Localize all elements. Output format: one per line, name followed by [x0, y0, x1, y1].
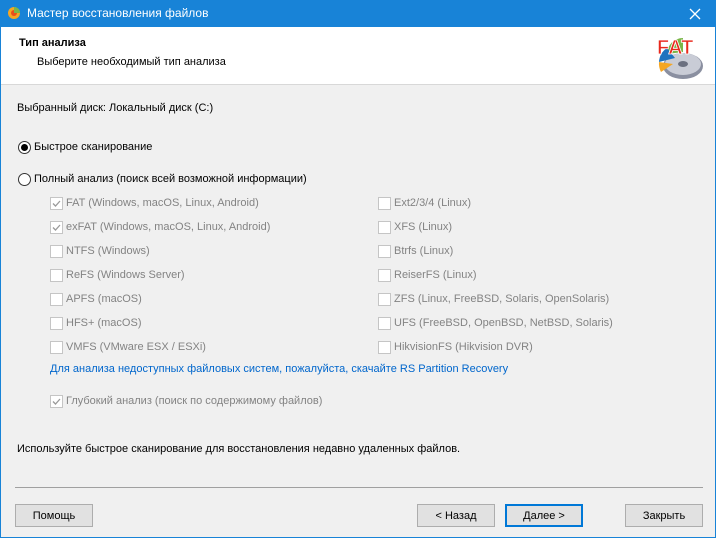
close-icon — [689, 8, 701, 20]
hint-text: Используйте быстрое сканирование для вос… — [17, 443, 461, 455]
app-icon — [8, 7, 20, 19]
fs-ufs-label: UFS (FreeBSD, OpenBSD, NetBSD, Solaris) — [394, 317, 613, 329]
partition-recovery-link[interactable]: Для анализа недоступных файловых систем,… — [50, 363, 508, 375]
check-icon — [52, 398, 61, 405]
fs-reiserfs-label: ReiserFS (Linux) — [394, 269, 477, 281]
fs-exfat-label: exFAT (Windows, macOS, Linux, Android) — [66, 221, 271, 233]
fs-hikvisionfs-label: HikvisionFS (Hikvision DVR) — [394, 341, 533, 353]
fs-zfs-checkbox[interactable] — [378, 293, 391, 306]
quick-scan-label[interactable]: Быстрое сканирование — [34, 141, 152, 153]
fs-vmfs-label: VMFS (VMware ESX / ESXi) — [66, 341, 206, 353]
fs-refs-label: ReFS (Windows Server) — [66, 269, 185, 281]
full-scan-radio[interactable] — [18, 173, 31, 186]
fs-btrfs-label: Btrfs (Linux) — [394, 245, 454, 257]
fs-hikvisionfs-checkbox[interactable] — [378, 341, 391, 354]
full-scan-label[interactable]: Полный анализ (поиск всей возможной инфо… — [34, 173, 307, 185]
fs-fat-label: FAT (Windows, macOS, Linux, Android) — [66, 197, 259, 209]
fs-reiserfs-checkbox[interactable] — [378, 269, 391, 282]
fs-hfsplus-checkbox[interactable] — [50, 317, 63, 330]
check-icon — [52, 224, 61, 231]
check-icon — [52, 200, 61, 207]
fs-ntfs-checkbox[interactable] — [50, 245, 63, 258]
title-bar[interactable]: Мастер восстановления файлов — [1, 1, 715, 27]
next-button[interactable]: Далее > — [505, 504, 583, 527]
fs-refs-checkbox[interactable] — [50, 269, 63, 282]
quick-scan-radio[interactable] — [18, 141, 31, 154]
close-window-button[interactable] — [675, 1, 715, 27]
footer-divider — [15, 487, 703, 488]
page-subtitle: Выберите необходимый тип анализа — [37, 56, 226, 68]
fs-fat-checkbox[interactable] — [50, 197, 63, 210]
deep-analysis-label: Глубокий анализ (поиск по содержимому фа… — [66, 395, 323, 407]
fs-btrfs-checkbox[interactable] — [378, 245, 391, 258]
window-title: Мастер восстановления файлов — [27, 6, 209, 20]
fs-ext-checkbox[interactable] — [378, 197, 391, 210]
fs-ntfs-label: NTFS (Windows) — [66, 245, 150, 257]
fs-xfs-checkbox[interactable] — [378, 221, 391, 234]
wizard-window: Мастер восстановления файлов Тип анализа… — [0, 0, 716, 538]
fat-recovery-logo-icon: FAT — [657, 37, 703, 79]
fs-xfs-label: XFS (Linux) — [394, 221, 453, 233]
fs-zfs-label: ZFS (Linux, FreeBSD, Solaris, OpenSolari… — [394, 293, 610, 305]
fs-apfs-checkbox[interactable] — [50, 293, 63, 306]
wizard-header: Тип анализа Выберите необходимый тип ана… — [1, 27, 715, 85]
help-button[interactable]: Помощь — [15, 504, 93, 527]
deep-analysis-checkbox[interactable] — [50, 395, 63, 408]
page-title: Тип анализа — [19, 37, 86, 49]
fs-vmfs-checkbox[interactable] — [50, 341, 63, 354]
fs-apfs-label: APFS (macOS) — [66, 293, 142, 305]
fs-hfsplus-label: HFS+ (macOS) — [66, 317, 142, 329]
svg-text:FAT: FAT — [657, 37, 693, 59]
fs-ufs-checkbox[interactable] — [378, 317, 391, 330]
selected-disk-label: Выбранный диск: Локальный диск (C:) — [17, 102, 214, 114]
fs-ext-label: Ext2/3/4 (Linux) — [394, 197, 472, 209]
fs-exfat-checkbox[interactable] — [50, 221, 63, 234]
close-button[interactable]: Закрыть — [625, 504, 703, 527]
back-button[interactable]: < Назад — [417, 504, 495, 527]
